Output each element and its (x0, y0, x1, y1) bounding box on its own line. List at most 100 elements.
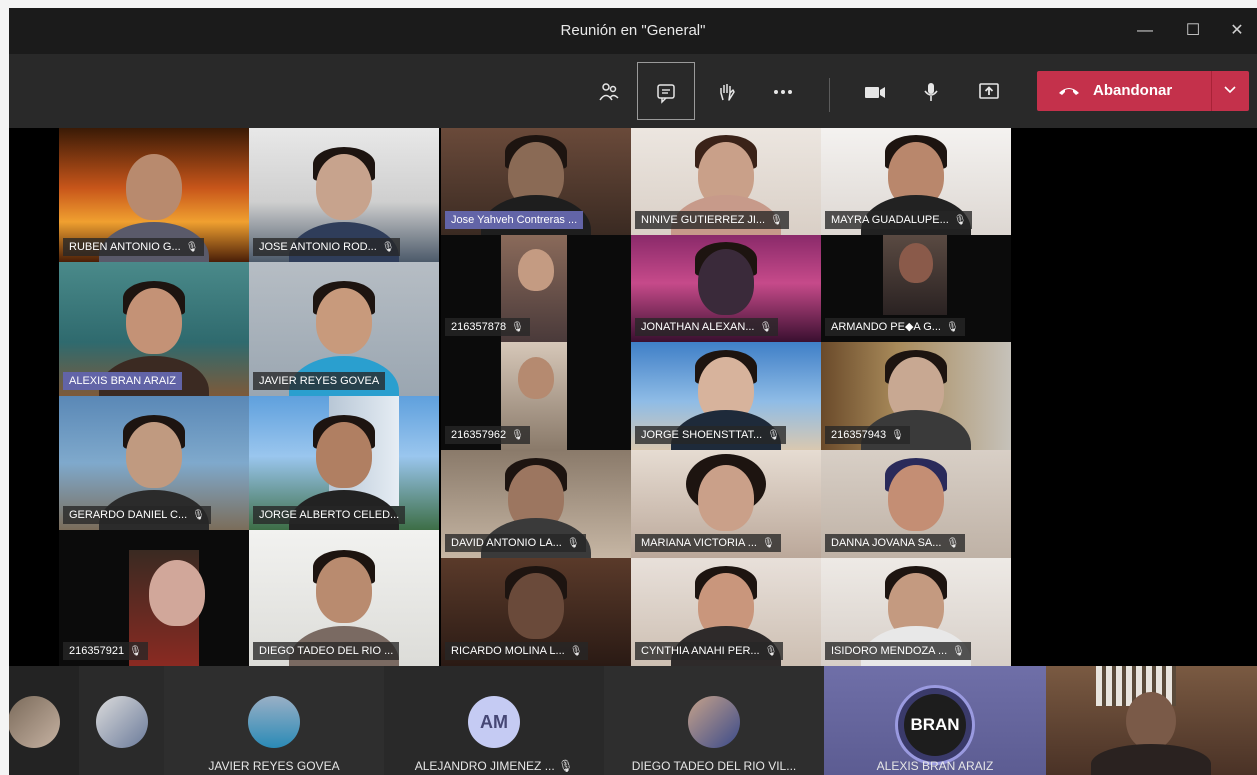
mic-off-icon: 🎙 (891, 430, 904, 441)
mic-off-icon: 🎙 (381, 242, 395, 253)
title-bar: Reunión en "General" — ☐ ✕ (9, 8, 1257, 54)
participant-name: ALEXIS BRAN ARAIZ (876, 759, 994, 773)
participant-name: 21635787​8 🎙 (445, 318, 530, 336)
video-tile[interactable]: JORGE SHOENSTTAT... 🎙 (631, 342, 821, 450)
video-tile[interactable]: JONATHAN ALEXAN... 🎙 (631, 235, 821, 342)
maximize-button[interactable]: ☐ (1177, 16, 1209, 46)
video-grid: RUBEN ANTONIO G... 🎙 ALEXIS BRAN ARAIZ GE… (9, 128, 1257, 666)
chat-icon[interactable] (637, 62, 695, 120)
participant-name: 21635796​2 🎙 (445, 426, 530, 444)
participant-name: ALEXIS BRAN ARAIZ (63, 372, 182, 390)
participants-icon[interactable] (583, 66, 635, 116)
participant-name: CYNTHIA ANAHI PER... 🎙 (635, 642, 784, 660)
participant-name: GERARDO DANIEL C... 🎙 (63, 506, 211, 524)
video-tile[interactable]: ARMANDO PE◆A G... 🎙 (821, 235, 1011, 342)
window-title: Reunión en "General" (560, 22, 706, 39)
video-tile[interactable]: CYNTHIA ANAHI PER... 🎙 (631, 558, 821, 666)
close-button[interactable]: ✕ (1221, 16, 1253, 46)
share-screen-icon[interactable] (963, 66, 1015, 116)
video-tile[interactable]: 21635796​2 🎙 (441, 342, 631, 450)
video-tile[interactable]: ISIDORO MENDOZA ... 🎙 (821, 558, 1011, 666)
avatar (248, 696, 300, 748)
more-options-icon[interactable] (757, 66, 809, 116)
participant-strip: JAVIER REYES GOVEA AM ALEJANDRO JIMENEZ … (9, 666, 1257, 775)
video-tile[interactable]: DAVID ANTONIO LA... 🎙 (441, 450, 631, 558)
avatar (95, 696, 148, 748)
participant-cell[interactable] (79, 666, 164, 775)
participant-name: RICARDO MOLINA L... 🎙 (445, 642, 589, 660)
mic-off-icon: 🎙 (761, 538, 775, 549)
mic-off-icon: 🎙 (952, 646, 965, 657)
participant-name: MARIANA VICTORIA ... 🎙 (635, 534, 781, 552)
mic-off-icon: 🎙 (566, 538, 580, 549)
video-tile[interactable]: DIEGO TADEO DEL RIO ... (249, 530, 439, 666)
video-tile[interactable]: DANNA JOVANA SA... 🎙 (821, 450, 1011, 558)
toolbar-divider (829, 78, 830, 112)
participant-name: JONATHAN ALEXAN... 🎙 (635, 318, 779, 336)
participant-name: MAYRA GUADALUPE... 🎙 (825, 211, 973, 229)
video-tile[interactable]: Jose Yahveh Contreras ... (441, 128, 631, 235)
video-tile[interactable]: 21635787​8 🎙 (441, 235, 631, 342)
mic-off-icon: 🎙 (185, 242, 199, 253)
video-tile[interactable]: JAVIER REYES GOVEA (249, 262, 439, 396)
participant-name: ARMANDO PE◆A G... 🎙 (825, 318, 965, 336)
video-tile[interactable]: 21635792​1 🎙 (59, 530, 249, 666)
leave-label: Abandonar (1093, 82, 1173, 99)
mic-off-icon: 🎙 (759, 322, 773, 333)
participant-cell[interactable]: AM ALEJANDRO JIMENEZ ... 🎙 (384, 666, 604, 775)
leave-meeting-button[interactable]: Abandonar (1037, 71, 1249, 111)
participant-name: JOSE ANTONIO ROD... 🎙 (253, 238, 401, 256)
leave-divider (1211, 71, 1212, 111)
video-tile[interactable]: RICARDO MOLINA L... 🎙 (441, 558, 631, 666)
mic-off-icon: 🎙 (770, 215, 783, 226)
video-tile[interactable]: 21635794​3 🎙 (821, 342, 1011, 450)
participant-cell[interactable] (9, 666, 79, 775)
teams-meeting-window: Reunión en "General" — ☐ ✕ Abandonar RUB… (9, 8, 1257, 775)
participant-cell[interactable]: JAVIER REYES GOVEA (164, 666, 384, 775)
chevron-down-icon[interactable] (1223, 79, 1237, 102)
mic-off-icon: 🎙 (511, 430, 524, 441)
participant-name: DIEGO TADEO DEL RIO ... (253, 642, 400, 660)
self-preview-tile[interactable] (1046, 666, 1257, 775)
video-tile[interactable]: MARIANA VICTORIA ... 🎙 (631, 450, 821, 558)
mic-off-icon: 🎙 (953, 215, 967, 226)
video-tile[interactable]: JOSE ANTONIO ROD... 🎙 (249, 128, 439, 262)
participant-name: 21635794​3 🎙 (825, 426, 910, 444)
minimize-button[interactable]: — (1129, 16, 1161, 46)
microphone-icon[interactable] (905, 66, 957, 116)
participant-name: JAVIER REYES GOVEA (208, 759, 340, 773)
avatar-initials: BRAN (904, 694, 966, 756)
mic-off-icon: 🎙 (129, 646, 142, 657)
participant-name: ISIDORO MENDOZA ... 🎙 (825, 642, 971, 660)
video-tile[interactable]: GERARDO DANIEL C... 🎙 (59, 396, 249, 530)
mic-off-icon: 🎙 (511, 322, 524, 333)
participant-cell-speaking[interactable]: BRAN ALEXIS BRAN ARAIZ (824, 666, 1046, 775)
mic-off-icon: 🎙 (558, 759, 574, 773)
participant-name: Jose Yahveh Contreras ... (445, 211, 584, 229)
meeting-toolbar: Abandonar (9, 54, 1257, 128)
video-tile[interactable]: JORGE ALBERTO CELED... (249, 396, 439, 530)
video-tile[interactable]: RUBEN ANTONIO G... 🎙 (59, 128, 249, 262)
video-tile[interactable]: MAYRA GUADALUPE... 🎙 (821, 128, 1011, 235)
participant-name: DIEGO TADEO DEL RIO VIL... (631, 759, 797, 773)
participant-name: JORGE ALBERTO CELED... (253, 506, 406, 524)
hang-up-icon (1057, 80, 1081, 106)
participant-name: 21635792​1 🎙 (63, 642, 148, 660)
avatar (688, 696, 740, 748)
video-tile[interactable]: NINIVE GUTIERREZ JI... 🎙 (631, 128, 821, 235)
participant-name: JAVIER REYES GOVEA (253, 372, 386, 390)
participant-name: DANNA JOVANA SA... 🎙 (825, 534, 966, 552)
video-tile[interactable]: ALEXIS BRAN ARAIZ (59, 262, 249, 396)
participant-name: NINIVE GUTIERREZ JI... 🎙 (635, 211, 789, 229)
participant-name: RUBEN ANTONIO G... 🎙 (63, 238, 205, 256)
mic-off-icon: 🎙 (764, 646, 778, 657)
camera-icon[interactable] (849, 66, 901, 116)
participant-name: DAVID ANTONIO LA... 🎙 (445, 534, 586, 552)
mic-off-icon: 🎙 (767, 430, 780, 441)
participant-name: JORGE SHOENSTTAT... 🎙 (635, 426, 786, 444)
participant-cell[interactable]: DIEGO TADEO DEL RIO VIL... (604, 666, 824, 775)
avatar (9, 696, 60, 748)
mic-off-icon: 🎙 (945, 322, 959, 333)
raise-hand-icon[interactable] (701, 66, 753, 116)
mic-off-icon: 🎙 (569, 646, 583, 657)
